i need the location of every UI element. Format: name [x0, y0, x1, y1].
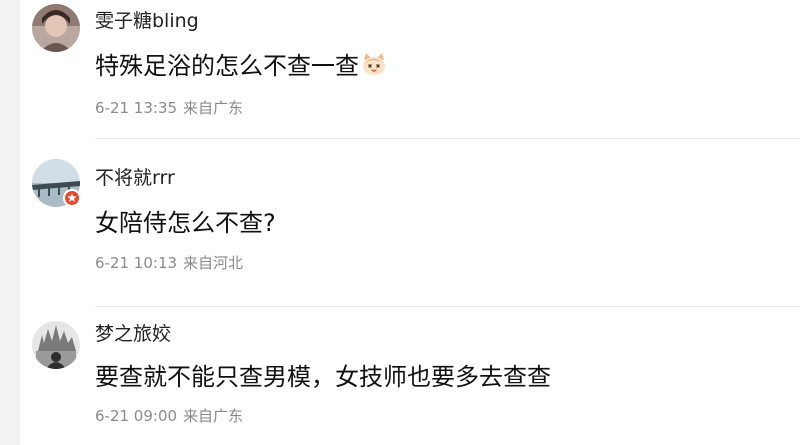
left-gutter [0, 0, 20, 445]
username[interactable]: 不将就rrr [95, 163, 175, 190]
comment-time: 6-21 09:00 [95, 407, 178, 425]
comment-meta: 6-21 13:35 来自广东 [95, 97, 243, 118]
comment-text: 女陪侍怎么不查? [95, 203, 276, 238]
comment-text: 特殊足浴的怎么不查一查 [95, 46, 387, 81]
verified-badge-icon [63, 189, 81, 207]
comment-text: 要查就不能只查男模，女技师也要多去查查 [95, 357, 551, 392]
comment-time: 6-21 10:13 [95, 254, 178, 272]
comment-text-body: 要查就不能只查男模，女技师也要多去查查 [95, 363, 551, 391]
comment-text-body: 特殊足浴的怎么不查一查 [95, 52, 359, 80]
comment-location: 来自河北 [183, 254, 244, 272]
cat-face-icon [361, 51, 387, 77]
avatar[interactable] [32, 321, 80, 369]
comment-item: 梦之旅姣 要查就不能只查男模，女技师也要多去查查 6-21 09:00 来自广东 [20, 307, 800, 445]
comment-meta: 6-21 10:13 来自河北 [95, 252, 243, 273]
username[interactable]: 梦之旅姣 [95, 319, 171, 346]
comment-item: 雯子糖bling 特殊足浴的怎么不查一查 6-21 13:35 来自广东 [20, 0, 800, 138]
comment-time: 6-21 13:35 [95, 99, 178, 117]
comment-location: 来自广东 [183, 99, 244, 117]
comment-location: 来自广东 [183, 407, 244, 425]
comment-meta: 6-21 09:00 来自广东 [95, 405, 243, 426]
avatar[interactable] [32, 4, 80, 52]
comment-text-body: 女陪侍怎么不查? [95, 209, 276, 237]
username[interactable]: 雯子糖bling [95, 6, 199, 33]
comment-item: 不将就rrr 女陪侍怎么不查? 6-21 10:13 来自河北 [20, 139, 800, 306]
